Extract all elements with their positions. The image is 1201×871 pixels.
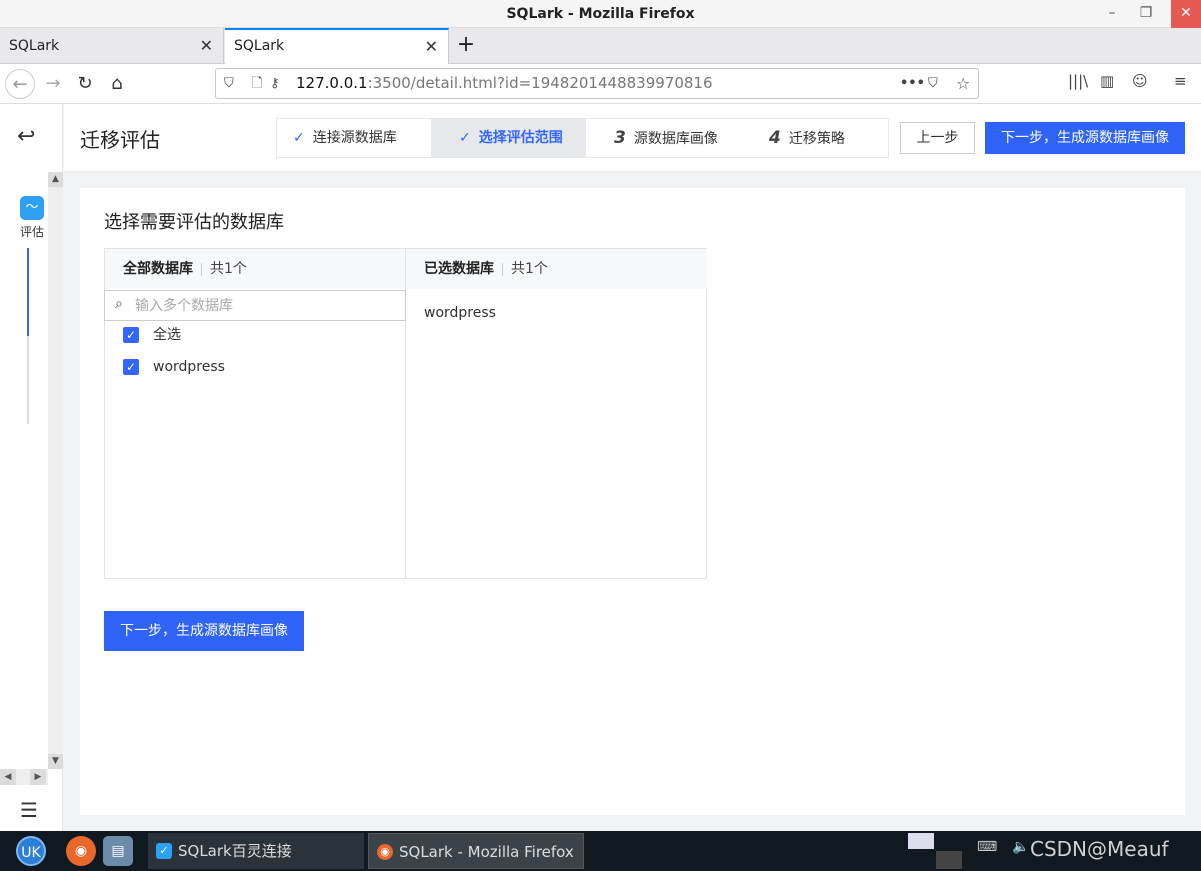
step-number: 4 — [769, 128, 781, 148]
step-1: ✓ 连接源数据库 — [276, 118, 431, 158]
return-icon[interactable]: ↩ — [17, 124, 35, 149]
check-icon: ✓ — [293, 130, 305, 146]
section-title: 选择需要评估的数据库 — [104, 212, 284, 233]
step-label: 源数据库画像 — [633, 131, 718, 147]
all-databases-panel: 全部数据库 共1个 ⌕ ✓ 全选 ✓ wordpress — [104, 249, 406, 578]
left-sidebar: ↩ 〜 评估 ▲ ▼ ◀ ▶ ☰ — [0, 104, 63, 831]
all-databases-header: 全部数据库 共1个 — [105, 249, 405, 289]
panel-count: 共1个 — [511, 261, 548, 277]
panel-title: 全部数据库 — [123, 261, 193, 277]
step-2: ✓ 选择评估范围 — [431, 118, 586, 158]
scroll-down-icon[interactable]: ▼ — [48, 754, 63, 769]
firefox-launcher-icon[interactable]: ◉ — [66, 836, 96, 866]
step-label: 迁移策略 — [788, 131, 845, 147]
step-number: 3 — [614, 128, 626, 148]
start-menu-icon[interactable]: UK — [16, 836, 46, 866]
selected-databases-panel: 已选数据库 共1个 wordpress — [406, 249, 707, 578]
minimize-icon[interactable]: – — [1098, 0, 1126, 28]
key-icon: ⚷ — [270, 76, 280, 91]
step-3: 3 源数据库画像 — [586, 118, 741, 158]
sqlark-app-icon: ✓ — [156, 843, 172, 859]
checkbox-label: 全选 — [153, 327, 181, 343]
watermark-text: CSDN@Meauf — [1030, 837, 1169, 861]
sidebar-scroll-track — [27, 336, 29, 424]
prev-step-button[interactable]: 上一步 — [900, 122, 975, 154]
checked-icon: ✓ — [123, 359, 139, 375]
check-icon: ✓ — [459, 130, 471, 146]
nav-bar: ← → ↻ ⌂ ⛉ 🗋 ⚷ 127.0.0.1:3500/detail.html… — [0, 64, 1201, 104]
search-icon: ⌕ — [115, 296, 123, 312]
scroll-left-icon[interactable]: ◀ — [0, 769, 16, 785]
next-step-bottom-button[interactable]: 下一步，生成源数据库画像 — [104, 611, 304, 651]
evaluate-icon: 〜 — [20, 196, 44, 220]
os-taskbar: UK ◉ ▤ ✓ SQLark百灵连接 ◉ SQLark - Mozilla F… — [0, 831, 1201, 871]
tab-label: SQLark — [234, 38, 285, 54]
home-icon[interactable]: ⌂ — [102, 69, 132, 99]
selected-databases-header: 已选数据库 共1个 — [406, 249, 707, 289]
close-window-icon[interactable]: ✕ — [1171, 0, 1201, 28]
sidebar-hscrollbar[interactable]: ◀ ▶ — [0, 769, 48, 785]
page-icon: 🗋 — [252, 76, 263, 91]
tab-label: SQLark — [9, 38, 60, 54]
account-icon[interactable]: ☺ — [1132, 72, 1148, 90]
panel-count: 共1个 — [210, 261, 247, 277]
workspace-icon[interactable] — [908, 833, 934, 849]
app-area: ↩ 〜 评估 ▲ ▼ ◀ ▶ ☰ 迁移评估 ✓ 连接源数据库 ✓ 选择评估范围 3源… — [0, 104, 1201, 831]
keyboard-icon[interactable]: ⌨ — [977, 839, 997, 855]
scroll-right-icon[interactable]: ▶ — [30, 769, 46, 785]
step-label: 连接源数据库 — [312, 130, 397, 146]
checked-icon: ✓ — [123, 327, 139, 343]
sidebar-item-evaluate[interactable]: 〜 评估 — [16, 196, 48, 240]
main-panel: 选择需要评估的数据库 全部数据库 共1个 ⌕ ✓ 全选 ✓ wordpress — [80, 188, 1185, 815]
shield-icon[interactable]: ⛉ — [224, 69, 234, 98]
firefox-app-icon: ◉ — [377, 844, 393, 860]
collapse-menu-icon[interactable]: ☰ — [20, 798, 38, 822]
sidebar-scroll-indicator — [27, 248, 29, 336]
selected-database-item: wordpress — [424, 305, 496, 321]
bookmark-star-icon[interactable]: ☆ — [956, 69, 970, 98]
more-actions-icon[interactable]: ••• — [900, 69, 925, 98]
database-transfer: 全部数据库 共1个 ⌕ ✓ 全选 ✓ wordpress 已选数据库 共1个 wordp… — [104, 248, 707, 579]
taskbar-task-firefox[interactable]: ◉ SQLark - Mozilla Firefox — [368, 833, 584, 869]
page-header: 迁移评估 ✓ 连接源数据库 ✓ 选择评估范围 3 源数据库画像 4 迁移策略 上一步 下… — [64, 104, 1201, 172]
window-titlebar: SQLark - Mozilla Firefox – ❐ ✕ — [0, 0, 1201, 28]
page-title: 迁移评估 — [80, 128, 160, 152]
database-search-input[interactable] — [135, 295, 395, 316]
new-tab-icon[interactable]: + — [452, 28, 480, 64]
panel-title: 已选数据库 — [424, 261, 494, 277]
tab-close-icon[interactable]: ✕ — [425, 30, 438, 63]
reload-icon[interactable]: ↻ — [70, 69, 100, 99]
back-icon[interactable]: ← — [5, 69, 35, 99]
sidebar-icon[interactable]: ▥ — [1100, 72, 1114, 90]
forward-icon[interactable]: → — [38, 69, 68, 99]
checkbox-label: wordpress — [153, 359, 225, 375]
tab-close-icon[interactable]: ✕ — [200, 28, 213, 64]
sidebar-item-label: 评估 — [19, 225, 44, 239]
address-bar[interactable]: ⛉ 🗋 ⚷ 127.0.0.1:3500/detail.html?id=1948… — [215, 68, 979, 99]
scroll-up-icon[interactable]: ▲ — [48, 172, 63, 187]
step-4: 4 迁移策略 — [741, 118, 889, 158]
window-title: SQLark - Mozilla Firefox — [506, 6, 695, 22]
task-label: SQLark - Mozilla Firefox — [399, 843, 574, 861]
tab-strip: SQLark ✕ SQLark ✕ + — [0, 28, 1201, 64]
select-all-checkbox[interactable]: ✓ 全选 — [123, 324, 181, 346]
taskbar-task-sqlark[interactable]: ✓ SQLark百灵连接 — [148, 833, 364, 869]
sidebar-scrollbar[interactable]: ▲ ▼ — [48, 172, 63, 769]
task-label: SQLark百灵连接 — [178, 842, 292, 860]
url-text[interactable]: 127.0.0.1:3500/detail.html?id=1948201448… — [296, 69, 713, 98]
menu-icon[interactable]: ≡ — [1174, 72, 1187, 90]
browser-tab-2[interactable]: SQLark ✕ — [225, 28, 449, 64]
maximize-icon[interactable]: ❐ — [1132, 0, 1160, 28]
library-icon[interactable]: |||\ — [1068, 72, 1088, 90]
workspace-icon-2[interactable] — [936, 851, 962, 869]
pocket-icon[interactable]: ⛉ — [928, 69, 938, 98]
database-checkbox-wordpress[interactable]: ✓ wordpress — [123, 356, 225, 378]
step-label: 选择评估范围 — [478, 130, 563, 146]
browser-tab-1[interactable]: SQLark ✕ — [0, 28, 224, 64]
file-manager-icon[interactable]: ▤ — [103, 836, 133, 866]
next-step-button[interactable]: 下一步，生成源数据库画像 — [985, 122, 1185, 154]
database-search: ⌕ — [104, 290, 406, 321]
volume-icon[interactable]: 🔈 — [1012, 839, 1029, 855]
